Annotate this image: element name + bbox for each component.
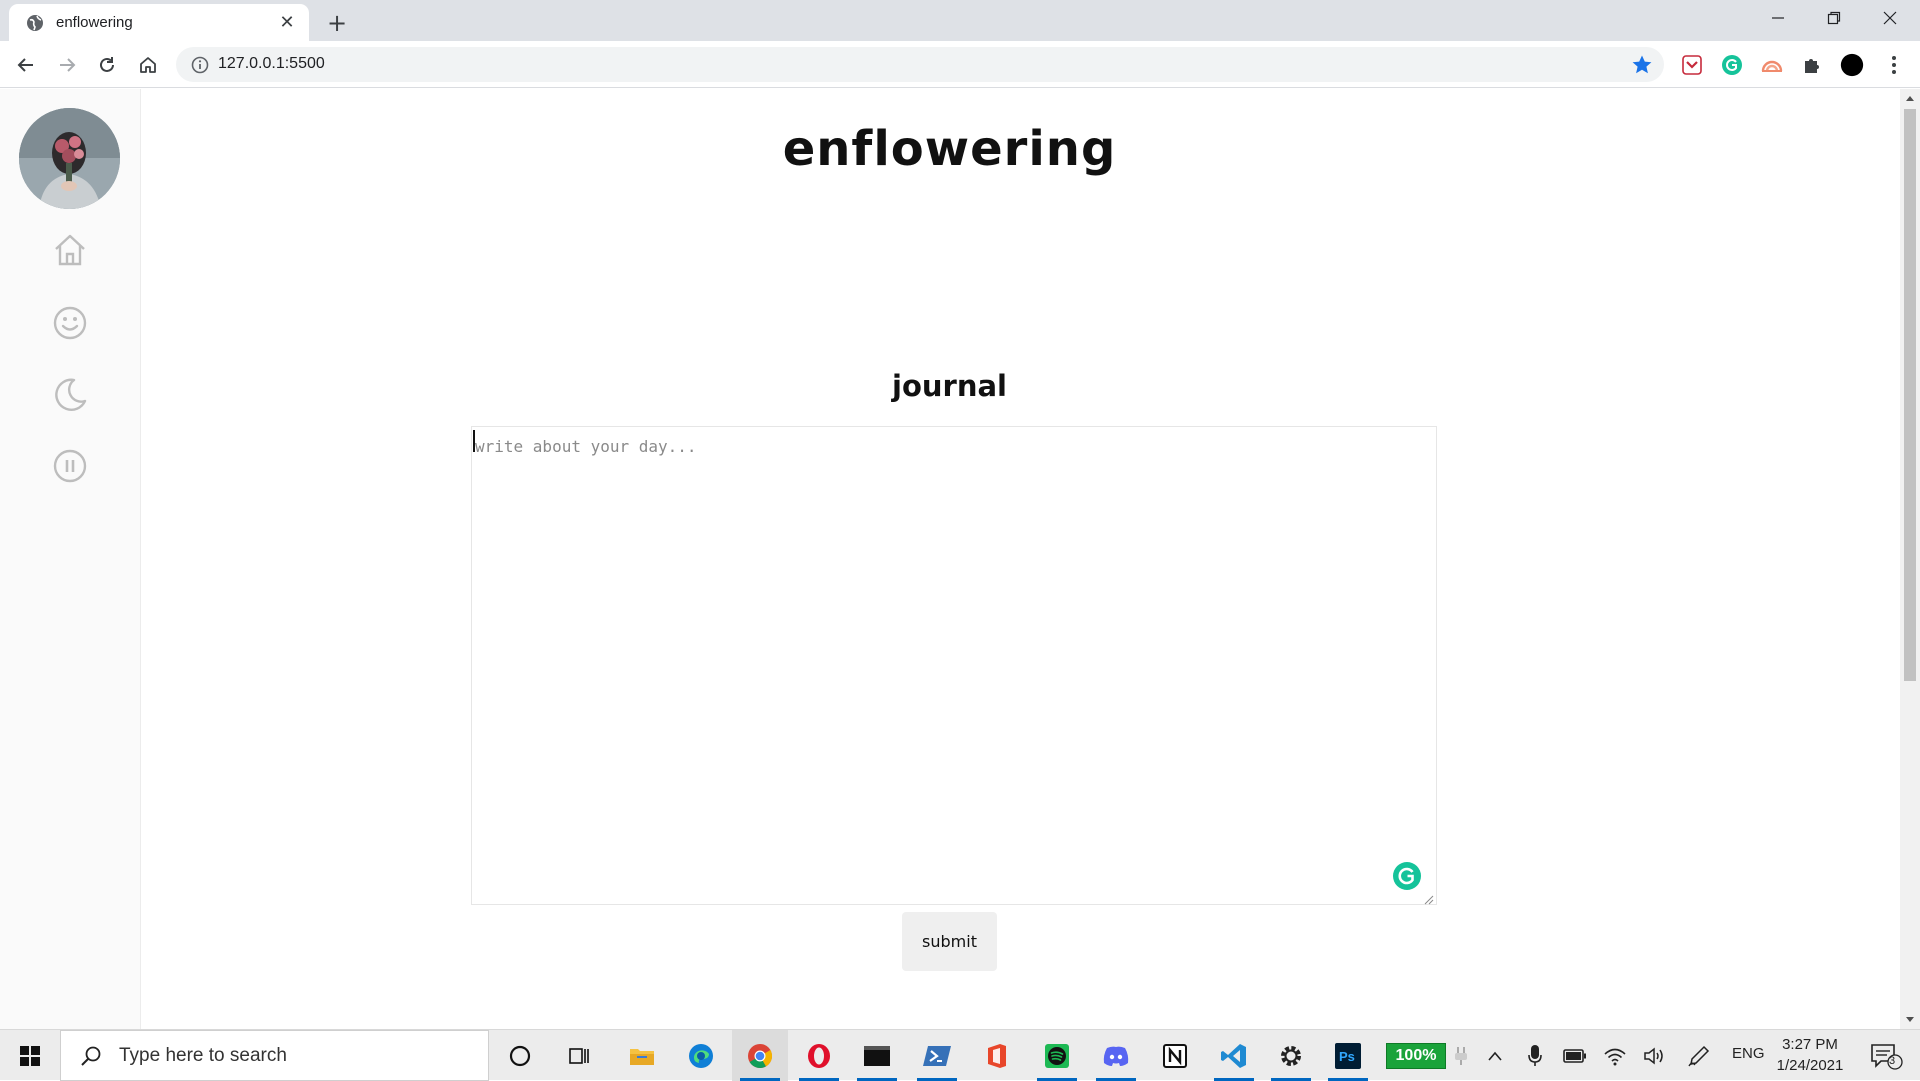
scroll-up-icon[interactable] [1900,89,1920,107]
wifi-icon[interactable] [1602,1043,1628,1069]
search-icon [71,1045,111,1067]
browser-toolbar: 127.0.0.1:5500 [0,41,1920,88]
sidebar [0,89,141,1029]
home-icon[interactable] [50,230,90,270]
windows-taskbar: Type here to search Ps 100% ENG 3:27 PM … [0,1029,1920,1081]
grammarly-icon[interactable] [1392,861,1422,891]
photoshop-icon[interactable]: Ps [1320,1030,1376,1081]
microphone-icon[interactable] [1522,1043,1548,1069]
power-plug-icon[interactable] [1448,1043,1474,1069]
url-text[interactable]: 127.0.0.1:5500 [218,55,325,73]
home-button-icon[interactable] [132,49,164,81]
notification-center-icon[interactable]: 3 [1866,1042,1906,1070]
tab-title: enflowering [56,14,133,31]
close-window-icon[interactable] [1862,0,1918,36]
restore-window-icon[interactable] [1806,0,1862,36]
extensions-puzzle-icon[interactable] [1800,53,1824,77]
spotify-icon[interactable] [1029,1030,1085,1081]
chevron-up-icon[interactable] [1482,1043,1508,1069]
taskbar-search-placeholder: Type here to search [119,1044,287,1066]
address-bar[interactable]: 127.0.0.1:5500 [176,47,1664,82]
svg-text:Ps: Ps [1339,1049,1355,1064]
text-caret [473,430,475,452]
resize-grip-icon[interactable] [1422,890,1434,905]
new-tab-button[interactable]: + [322,8,352,38]
pause-icon[interactable] [50,446,90,486]
chrome-browser-icon[interactable] [732,1030,788,1081]
grammarly-extension-icon[interactable] [1720,53,1744,77]
browser-tab[interactable]: enflowering ✕ [9,4,309,41]
edge-browser-icon[interactable] [673,1030,729,1081]
vscode-icon[interactable] [1206,1030,1262,1081]
volume-icon[interactable] [1642,1043,1668,1069]
page-title: enflowering [782,121,1117,177]
taskbar-search-box[interactable]: Type here to search [60,1030,489,1081]
terminal-icon[interactable] [849,1030,905,1081]
scroll-down-icon[interactable] [1900,1011,1920,1029]
browser-tab-strip: enflowering ✕ + [0,0,1920,41]
notion-icon[interactable] [1147,1030,1203,1081]
cortana-icon[interactable] [492,1030,548,1081]
discord-icon[interactable] [1088,1030,1144,1081]
journal-heading: journal [892,369,1007,403]
bookmark-star-icon[interactable] [1630,53,1654,77]
taskbar-clock[interactable]: 3:27 PM 1/24/2021 [1760,1034,1860,1076]
arc-extension-icon[interactable] [1760,53,1784,77]
pocket-extension-icon[interactable] [1680,53,1704,77]
profile-avatar-icon[interactable] [1840,53,1864,77]
moon-icon[interactable] [50,374,90,414]
reload-icon[interactable] [91,49,123,81]
scroll-thumb[interactable] [1904,109,1916,681]
page-viewport: enflowering journal submit [0,89,1920,1029]
avatar[interactable] [19,108,120,209]
tab-close-icon[interactable]: ✕ [277,12,297,33]
journal-textarea[interactable] [471,426,1437,905]
settings-gear-icon[interactable] [1263,1030,1319,1081]
clock-date: 1/24/2021 [1776,1057,1844,1074]
battery-percent-widget[interactable]: 100% [1386,1043,1446,1069]
globe-icon [26,14,44,32]
office-icon[interactable] [969,1030,1025,1081]
windows-start-icon[interactable] [0,1030,60,1081]
info-icon[interactable] [190,55,210,75]
menu-kebab-icon[interactable] [1882,53,1906,77]
battery-icon[interactable] [1562,1043,1588,1069]
back-arrow-icon[interactable] [10,49,42,81]
task-view-icon[interactable] [551,1030,607,1081]
pen-workspace-icon[interactable] [1686,1043,1712,1069]
file-explorer-icon[interactable] [614,1030,670,1081]
clock-time: 3:27 PM [1782,1036,1838,1053]
forward-arrow-icon[interactable] [51,49,83,81]
minimize-window-icon[interactable] [1750,0,1806,36]
submit-button[interactable]: submit [902,912,997,971]
smiley-icon[interactable] [50,303,90,343]
notification-count: 3 [1889,1055,1896,1067]
powershell-icon[interactable] [909,1030,965,1081]
page-scrollbar[interactable] [1900,89,1920,1029]
opera-browser-icon[interactable] [791,1030,847,1081]
